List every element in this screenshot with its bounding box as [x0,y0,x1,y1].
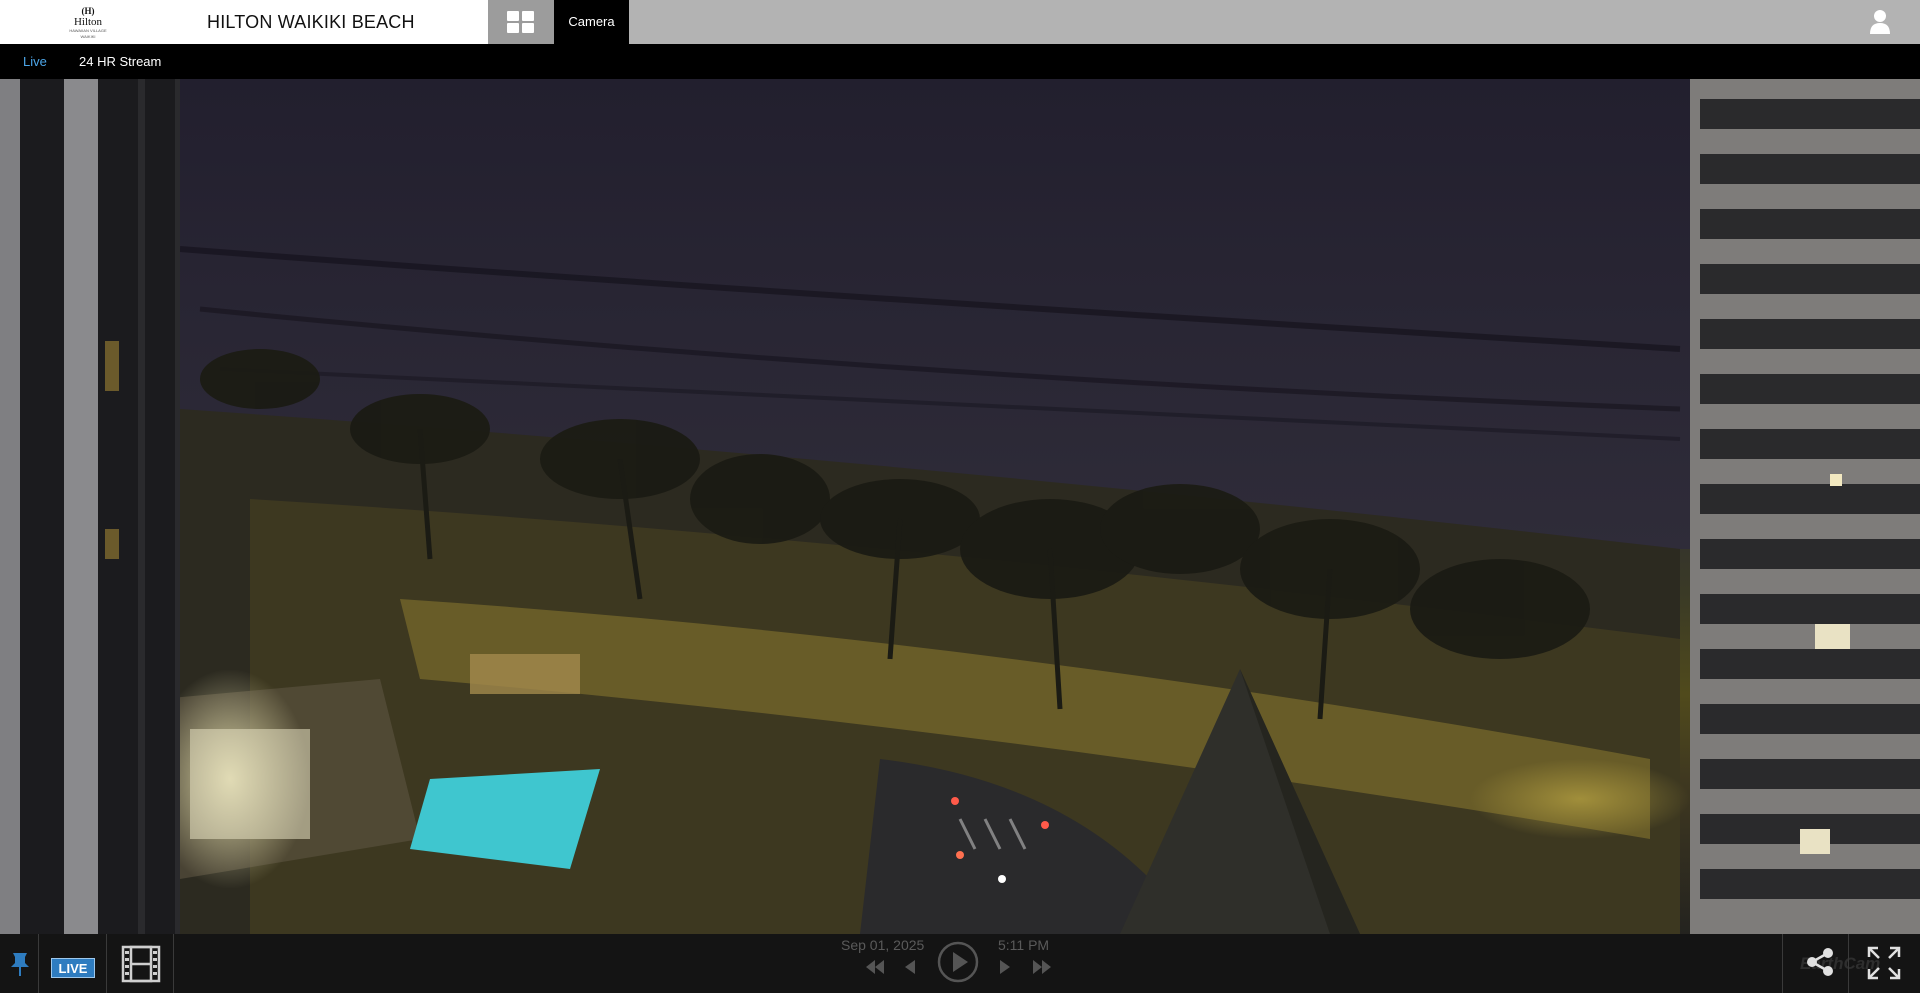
user-account-button[interactable] [1862,8,1898,36]
user-icon [1870,10,1890,34]
timestamp-time: 5:11 PM [998,937,1050,953]
tab-live[interactable]: Live [23,54,47,69]
step-forward-button[interactable] [998,958,1012,981]
recordings-button[interactable] [120,945,162,983]
divider [38,934,39,993]
logo-tagline: HAWAIIAN VILLAGE WAIKIKI [69,28,107,39]
skip-forward-icon [1033,960,1051,974]
step-forward-icon [1000,960,1010,974]
step-back-button[interactable] [903,958,917,981]
skip-forward-button[interactable] [1031,958,1053,981]
share-button[interactable] [1803,945,1837,979]
divider [1848,934,1849,993]
live-camera-view[interactable] [0,79,1920,934]
top-bar: (H) Hilton HAWAIIAN VILLAGE WAIKIKI HILT… [0,0,1920,44]
divider [106,934,107,993]
play-button[interactable] [936,940,980,989]
pin-icon [11,953,29,976]
divider [1782,934,1783,993]
play-icon [937,941,979,983]
skip-back-icon [866,960,884,974]
fullscreen-icon [1867,946,1901,980]
film-icon [121,945,161,983]
step-back-icon [905,960,915,974]
pin-button[interactable] [4,948,36,980]
fullscreen-button[interactable] [1866,945,1902,981]
camera-frame [0,79,1920,934]
logo-mark: (H) [81,6,95,16]
stream-nav: Live 24 HR Stream [0,44,1920,79]
share-icon [1807,948,1833,976]
live-badge[interactable]: LIVE [51,958,95,978]
grid-view-button[interactable] [488,0,554,44]
tab-camera[interactable]: Camera [554,0,629,44]
brand-area: (H) Hilton HAWAIIAN VILLAGE WAIKIKI HILT… [0,0,488,44]
page-title: HILTON WAIKIKI BEACH [207,12,415,32]
timestamp-date: Sep 01, 2025 [841,937,925,953]
logo-word: Hilton [73,16,103,28]
tab-24-hr-stream[interactable]: 24 HR Stream [79,54,161,69]
divider [173,934,174,993]
hilton-logo[interactable]: (H) Hilton HAWAIIAN VILLAGE WAIKIKI [62,6,114,40]
skip-back-button[interactable] [864,958,886,981]
